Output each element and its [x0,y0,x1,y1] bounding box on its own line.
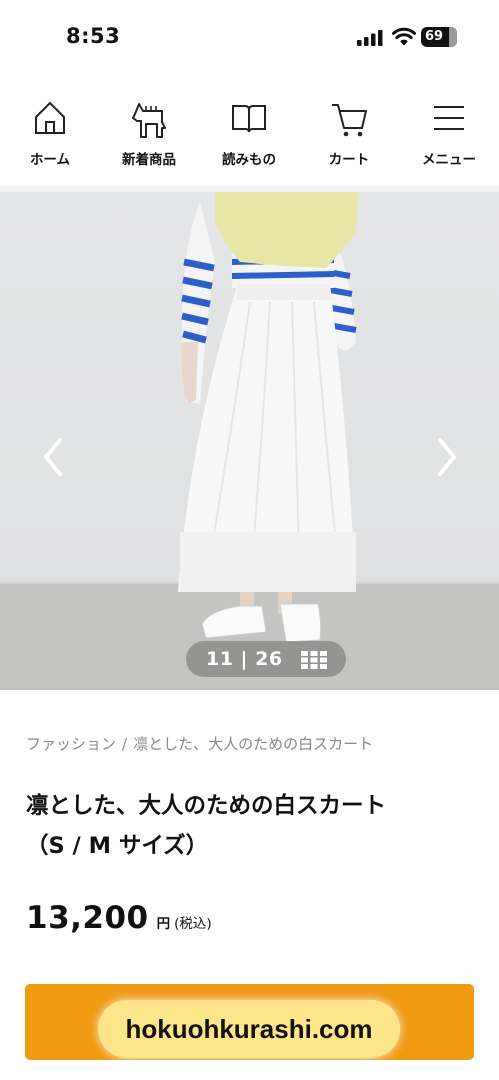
nav-readings[interactable]: 読みもの [199,90,299,182]
battery-level: 69 [425,29,444,44]
product-title-line2: （S / M サイズ） [26,833,209,859]
product-title: 凛とした、大人のための白スカート （S / M サイズ） [26,786,476,866]
cellular-signal-icon [357,30,383,46]
home-icon [35,101,65,134]
top-navigation: ホーム 新着商品 読みもの カート メニュー [0,90,499,186]
previous-image-button[interactable] [34,432,74,482]
breadcrumb-category-link[interactable]: ファッション [26,735,116,753]
product-title-line1: 凛とした、大人のための白スカート [26,793,387,819]
nav-home[interactable]: ホーム [0,90,100,182]
nav-cart[interactable]: カート [299,90,399,182]
menu-icon [434,106,464,130]
nav-menu[interactable]: メニュー [399,90,499,182]
product-image-carousel[interactable]: 11 | 26 [0,192,499,690]
battery-icon: 69 [421,27,457,47]
grid-icon [301,651,327,669]
book-icon [232,105,266,133]
breadcrumb: ファッション / 凛とした、大人のための白スカート [26,733,373,754]
nav-home-label: ホーム [29,152,71,168]
nav-menu-label: メニュー [422,152,476,168]
status-time: 8:53 [66,24,121,48]
watermark-text: hokuohkurashi.com [125,1014,373,1044]
cart-icon [332,104,367,137]
nav-new-arrivals[interactable]: 新着商品 [99,90,199,182]
status-bar: 8:53 69 [0,0,499,72]
image-counter-text: 11 | 26 [206,648,283,670]
breadcrumb-separator: / [122,735,128,753]
nav-cart-label: カート [328,152,370,168]
price-unit: 円 [156,916,171,932]
product-photo [0,192,499,690]
price-value: 13,200 [26,900,149,936]
tax-note: (税込) [174,916,212,932]
nav-new-arrivals-label: 新着商品 [122,152,176,168]
next-image-button[interactable] [426,432,466,482]
nav-readings-label: 読みもの [222,152,276,168]
product-price: 13,200 円 (税込) [26,900,212,936]
breadcrumb-current: 凛とした、大人のための白スカート [133,735,374,753]
site-watermark: hokuohkurashi.com [98,1000,400,1058]
horse-icon [132,103,166,138]
image-counter[interactable]: 11 | 26 [186,641,346,677]
wifi-icon [392,27,416,46]
